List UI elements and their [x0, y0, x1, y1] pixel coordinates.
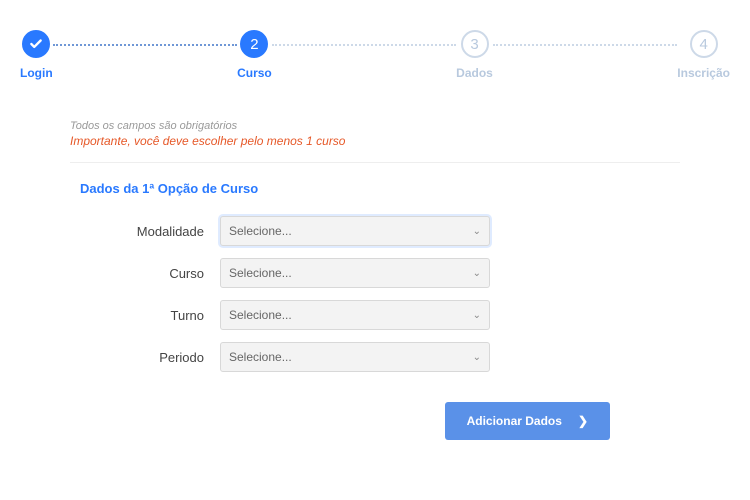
add-data-button[interactable]: Adicionar Dados ❯ — [445, 402, 610, 440]
row-periodo: Periodo Selecione... ⌄ — [70, 342, 680, 372]
step-label: Dados — [456, 66, 493, 80]
select-placeholder: Selecione... — [229, 224, 292, 238]
chevron-right-icon: ❯ — [578, 414, 588, 428]
step-curso[interactable]: 2 Curso — [237, 30, 272, 80]
section-title: Dados da 1ª Opção de Curso — [70, 181, 680, 196]
select-modalidade[interactable]: Selecione... ⌄ — [220, 216, 490, 246]
stepper: Login 2 Curso 3 Dados 4 Inscrição — [20, 30, 730, 80]
step-label: Curso — [237, 66, 272, 80]
step-login[interactable]: Login — [20, 30, 53, 80]
row-turno: Turno Selecione... ⌄ — [70, 300, 680, 330]
row-curso: Curso Selecione... ⌄ — [70, 258, 680, 288]
step-inscricao[interactable]: 4 Inscrição — [677, 30, 730, 80]
label-turno: Turno — [70, 308, 220, 323]
step-number: 3 — [461, 30, 489, 58]
select-curso[interactable]: Selecione... ⌄ — [220, 258, 490, 288]
check-icon — [22, 30, 50, 58]
select-placeholder: Selecione... — [229, 266, 292, 280]
step-number: 4 — [690, 30, 718, 58]
connector — [272, 44, 456, 46]
select-turno[interactable]: Selecione... ⌄ — [220, 300, 490, 330]
chevron-down-icon: ⌄ — [473, 226, 481, 237]
connector — [53, 44, 237, 46]
form-container: Todos os campos são obrigatórios Importa… — [20, 120, 730, 440]
select-periodo[interactable]: Selecione... ⌄ — [220, 342, 490, 372]
step-label: Login — [20, 66, 53, 80]
step-number: 2 — [240, 30, 268, 58]
row-modalidade: Modalidade Selecione... ⌄ — [70, 216, 680, 246]
step-dados[interactable]: 3 Dados — [456, 30, 493, 80]
important-note: Importante, você deve escolher pelo meno… — [70, 134, 680, 148]
select-placeholder: Selecione... — [229, 350, 292, 364]
label-curso: Curso — [70, 266, 220, 281]
select-placeholder: Selecione... — [229, 308, 292, 322]
button-label: Adicionar Dados — [467, 414, 562, 428]
label-periodo: Periodo — [70, 350, 220, 365]
label-modalidade: Modalidade — [70, 224, 220, 239]
step-label: Inscrição — [677, 66, 730, 80]
chevron-down-icon: ⌄ — [473, 310, 481, 321]
chevron-down-icon: ⌄ — [473, 268, 481, 279]
divider — [70, 162, 680, 163]
connector — [493, 44, 677, 46]
required-note: Todos os campos são obrigatórios — [70, 120, 680, 132]
chevron-down-icon: ⌄ — [473, 352, 481, 363]
button-row: Adicionar Dados ❯ — [70, 402, 680, 440]
